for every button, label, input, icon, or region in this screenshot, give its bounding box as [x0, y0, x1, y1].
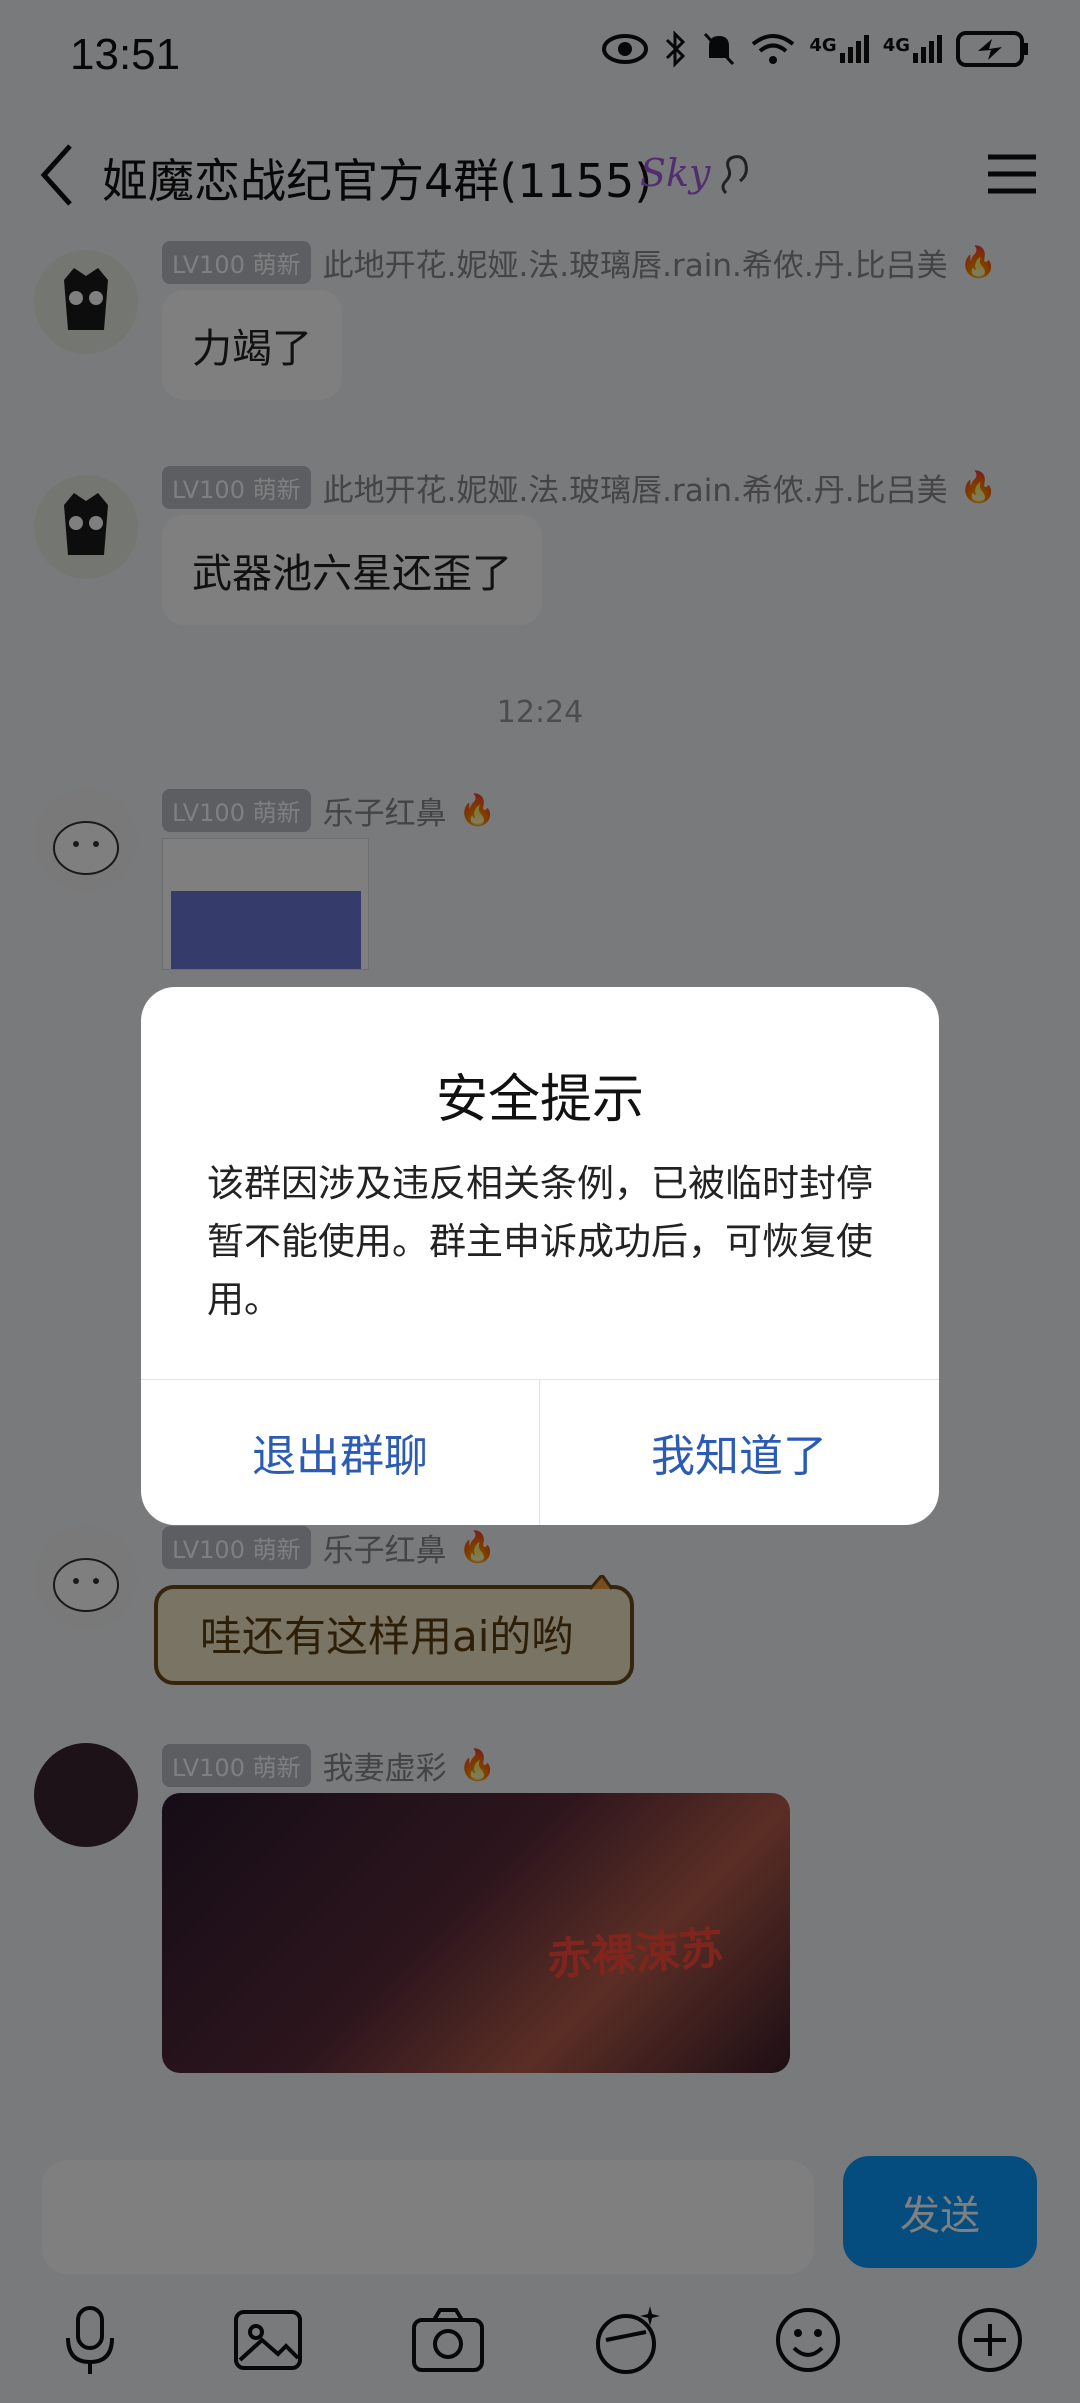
dialog-body: 该群因涉及违反相关条例，已被临时封停暂不能使用。群主申诉成功后，可恢复使用。 — [207, 1162, 873, 1321]
acknowledge-button[interactable]: 我知道了 — [540, 1379, 938, 1525]
exit-group-button[interactable]: 退出群聊 — [141, 1379, 539, 1525]
dialog-title: 安全提示 — [435, 1070, 644, 1130]
security-dialog: 安全提示 该群因涉及违反相关条例，已被临时封停暂不能使用。群主申诉成功后，可恢复… — [141, 987, 939, 1525]
